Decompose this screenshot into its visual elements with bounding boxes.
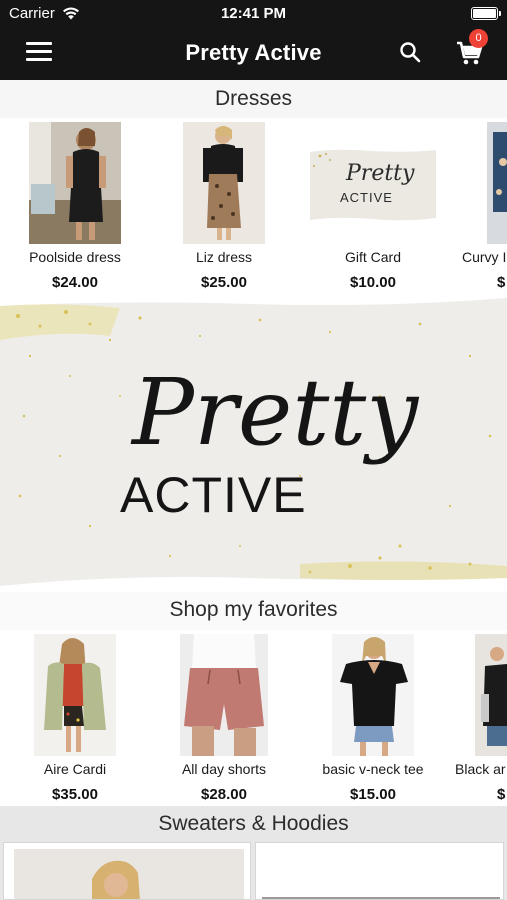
product-name: Gift Card xyxy=(344,249,401,265)
product-image xyxy=(29,122,121,244)
product-image: Pretty ACTIVE xyxy=(308,122,438,244)
product-price: $10.00 xyxy=(350,274,396,291)
product-card[interactable]: Curvy I $ xyxy=(447,118,507,294)
product-price: $ xyxy=(497,786,506,803)
navigation-bar: Pretty Active 0 xyxy=(0,28,507,80)
product-name: Curvy I xyxy=(462,249,507,265)
clock: 12:41 PM xyxy=(220,5,287,22)
product-grid-sweaters xyxy=(0,842,507,900)
product-card[interactable]: Black ar $ xyxy=(447,630,507,806)
gift-card-logo-text: ACTIVE xyxy=(340,190,393,205)
product-price: $ xyxy=(497,274,506,291)
banner-logo-text: ACTIVE xyxy=(120,467,307,523)
product-name: Poolside dress xyxy=(29,249,121,265)
product-price: $24.00 xyxy=(52,274,98,291)
product-image xyxy=(34,634,116,756)
product-card[interactable]: Aire Cardi $35.00 xyxy=(0,630,150,806)
product-image xyxy=(14,849,244,899)
product-price: $15.00 xyxy=(350,786,396,803)
search-icon[interactable] xyxy=(398,40,422,64)
section-title-dresses: Dresses xyxy=(0,80,507,118)
battery-icon xyxy=(471,7,501,20)
product-card[interactable]: Poolside dress $24.00 xyxy=(0,118,150,294)
product-name: Black ar xyxy=(455,761,506,777)
product-card[interactable]: All day shorts $28.00 xyxy=(149,630,299,806)
product-image xyxy=(332,634,414,756)
product-price: $35.00 xyxy=(52,786,98,803)
product-name: Liz dress xyxy=(195,249,253,265)
grid-product-card[interactable] xyxy=(3,842,251,900)
product-row-favorites[interactable]: Aire Cardi $35.00 All day shorts $28.00 xyxy=(0,630,507,806)
product-name: basic v-neck tee xyxy=(322,761,424,777)
product-name: Aire Cardi xyxy=(43,761,107,777)
product-card[interactable]: Pretty ACTIVE Gift Card $10.00 xyxy=(298,118,448,294)
product-name: All day shorts xyxy=(181,761,267,777)
cart-count-badge: 0 xyxy=(469,29,488,48)
product-image xyxy=(487,122,507,244)
top-bar: Carrier 12:41 PM Pretty Active 0 xyxy=(0,0,507,80)
gift-card-logo-script: Pretty xyxy=(345,161,415,186)
section-title-favorites: Shop my favorites xyxy=(0,592,507,630)
grid-product-card[interactable] xyxy=(255,842,504,900)
product-image xyxy=(475,634,507,756)
product-card[interactable]: Liz dress $25.00 xyxy=(149,118,299,294)
status-bar: Carrier 12:41 PM xyxy=(0,0,507,28)
app-title: Pretty Active xyxy=(185,40,322,65)
product-row-dresses[interactable]: Poolside dress $24.00 Liz dress $25.00 P… xyxy=(0,118,507,294)
product-image xyxy=(180,634,268,756)
product-image xyxy=(262,897,500,899)
product-image xyxy=(183,122,265,244)
banner-logo-script: Pretty xyxy=(130,359,419,466)
product-price: $28.00 xyxy=(201,786,247,803)
product-card[interactable]: basic v-neck tee $15.00 xyxy=(298,630,448,806)
brand-banner[interactable]: Pretty ACTIVE xyxy=(0,296,507,592)
section-title-sweaters: Sweaters & Hoodies xyxy=(0,806,507,842)
product-price: $25.00 xyxy=(201,274,247,291)
